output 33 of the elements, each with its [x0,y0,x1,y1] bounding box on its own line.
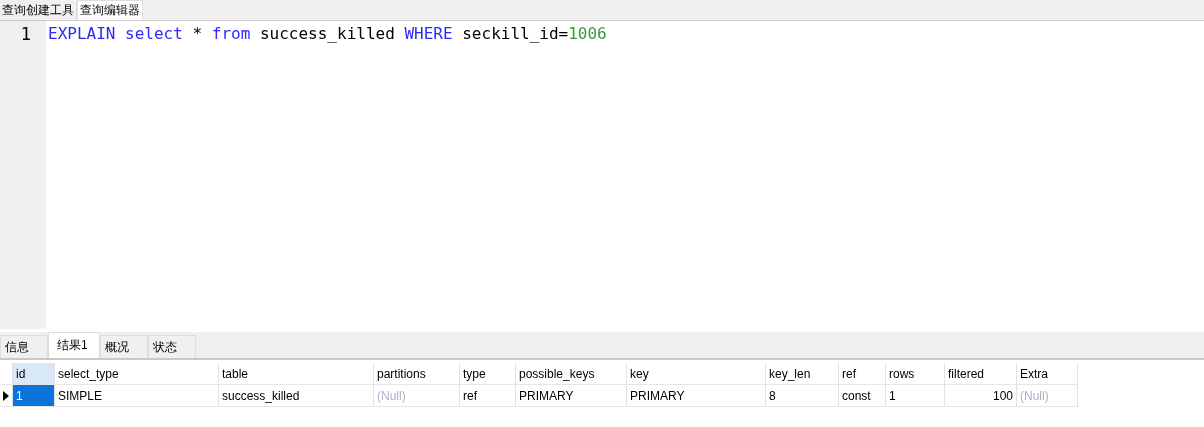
table-cell: 100 [945,385,1017,407]
table-cell: PRIMARY [516,385,627,407]
editor-tab[interactable]: 查询编辑器 [77,0,143,20]
line-number: 1 [19,24,32,44]
table-cell: success_killed [219,385,374,407]
code-editor[interactable]: 1 EXPLAIN select * from success_killed WHERE seckill_id=1006 [0,20,1204,329]
table-cell: (Null) [1017,385,1078,407]
table-cell: const [839,385,886,407]
column-header[interactable]: ref [839,363,886,385]
column-header[interactable]: partitions [374,363,460,385]
column-header[interactable]: id [13,363,55,385]
column-header[interactable]: rows [886,363,945,385]
result-tab[interactable]: 信息 [0,335,48,358]
table-cell: SIMPLE [55,385,219,407]
column-header[interactable]: filtered [945,363,1017,385]
table-cell: ref [460,385,516,407]
table-cell: 1 [13,385,55,407]
table-cell: PRIMARY [627,385,766,407]
column-header[interactable]: table [219,363,374,385]
column-header[interactable]: key [627,363,766,385]
result-tab[interactable]: 概况 [100,335,148,358]
column-header[interactable]: possible_keys [516,363,627,385]
code-line: EXPLAIN select * from success_killed WHERE seckill_id=1006 [48,24,607,43]
table-cell: 1 [886,385,945,407]
result-tab[interactable]: 结果1 [48,332,100,358]
table-cell: 8 [766,385,839,407]
column-header[interactable]: type [460,363,516,385]
editor-tab[interactable]: 查询创建工具 [0,1,77,20]
table-cell: (Null) [374,385,460,407]
column-header[interactable]: key_len [766,363,839,385]
result-tab[interactable]: 状态 [148,335,196,358]
column-header[interactable]: select_type [55,363,219,385]
column-header[interactable]: Extra [1017,363,1078,385]
